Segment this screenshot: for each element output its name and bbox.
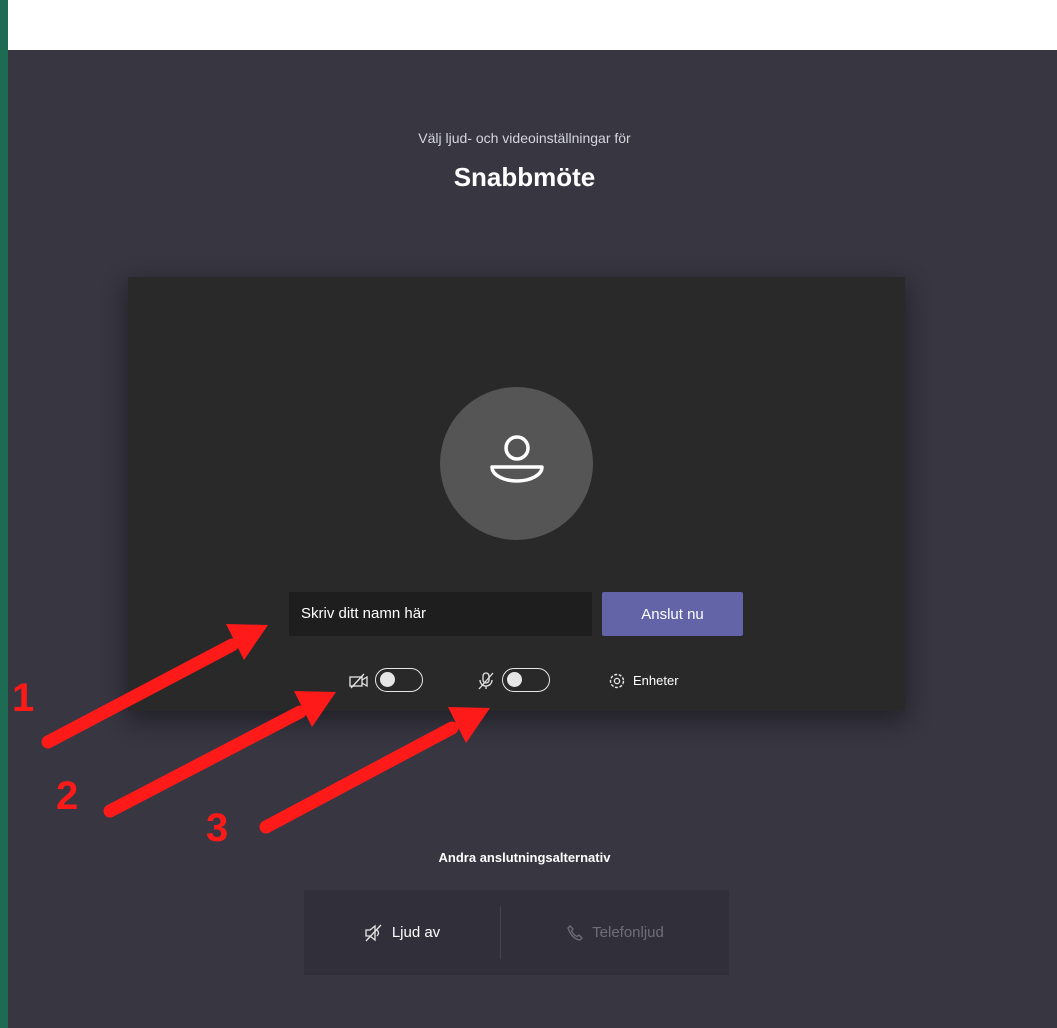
person-icon bbox=[489, 434, 544, 483]
audio-off-option[interactable]: Ljud av bbox=[304, 890, 500, 975]
mic-toggle[interactable] bbox=[502, 668, 550, 692]
name-input[interactable] bbox=[289, 592, 592, 636]
camera-toggle[interactable] bbox=[375, 668, 423, 692]
audio-off-label: Ljud av bbox=[391, 924, 441, 941]
camera-toggle-knob bbox=[380, 672, 395, 687]
phone-audio-option[interactable]: Telefonljud bbox=[501, 890, 729, 975]
annotation-label-1: 1 bbox=[12, 676, 35, 720]
annotation-label-2: 2 bbox=[56, 774, 79, 818]
annotation-label-3: 3 bbox=[206, 806, 229, 850]
speaker-off-icon bbox=[364, 924, 384, 942]
avatar bbox=[440, 387, 593, 540]
left-app-strip bbox=[0, 0, 8, 1028]
camera-off-icon[interactable] bbox=[348, 670, 370, 692]
top-bar bbox=[8, 0, 1057, 50]
mic-off-icon[interactable] bbox=[475, 670, 497, 692]
video-preview: Anslut nu bbox=[128, 277, 905, 711]
prejoin-subtitle: Välj ljud- och videoinställningar för bbox=[418, 130, 631, 146]
mic-toggle-knob bbox=[507, 672, 522, 687]
prejoin-screen: Välj ljud- och videoinställningar för Sn… bbox=[8, 50, 1057, 1028]
other-options-title: Andra anslutningsalternativ bbox=[438, 850, 611, 865]
join-options: Ljud av Telefonljud bbox=[304, 890, 729, 975]
phone-audio-label: Telefonljud bbox=[592, 924, 664, 941]
join-now-button[interactable]: Anslut nu bbox=[602, 592, 743, 636]
phone-icon bbox=[566, 924, 584, 942]
devices-button[interactable]: Enheter bbox=[633, 673, 679, 688]
gear-icon[interactable] bbox=[606, 670, 628, 692]
meeting-title: Snabbmöte bbox=[453, 162, 596, 192]
